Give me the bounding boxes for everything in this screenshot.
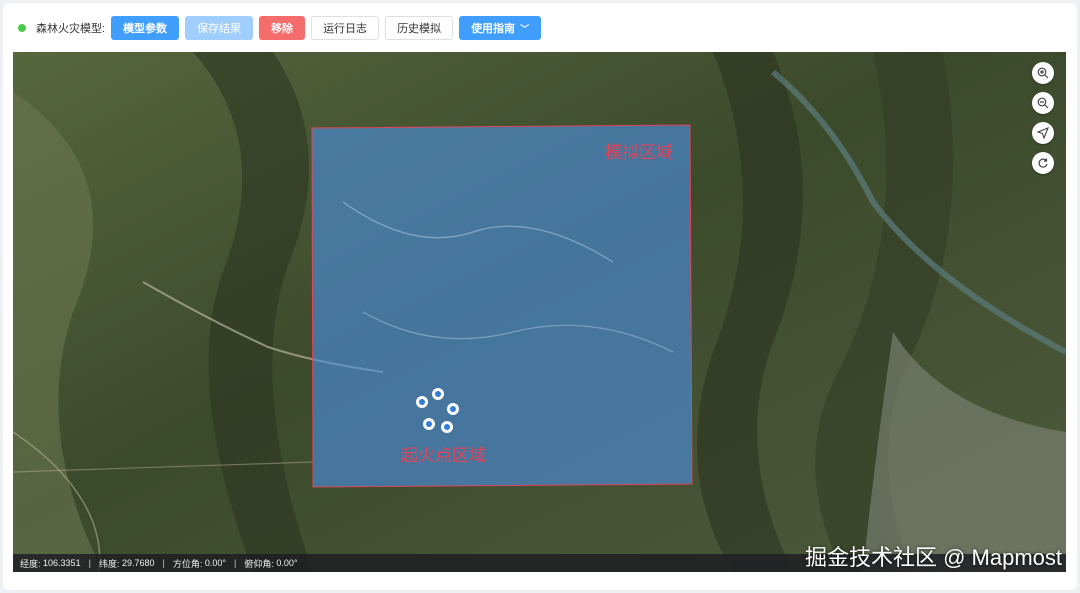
model-label: 森林火灾模型: [36, 23, 106, 35]
longitude-value: 106.3351 [43, 558, 81, 568]
status-indicator [18, 24, 26, 32]
map-view[interactable]: 模拟区域 起火点区域 经度: 106.3351 | 纬度: 29.7680 | … [13, 52, 1066, 572]
azimuth-value: 0.00° [204, 558, 226, 568]
toolbar: 森林火灾模型: 模型参数 保存结果 移除 运行日志 历史模拟 使用指南 ﹀ [3, 15, 1077, 41]
save-result-button[interactable]: 保存结果 [185, 16, 254, 40]
longitude-label: 经度: [20, 558, 41, 569]
pitch-value: 0.00° [276, 558, 298, 568]
reset-icon[interactable] [1032, 152, 1054, 174]
map-controls [1032, 62, 1054, 174]
separator: | [162, 558, 165, 568]
simulation-region[interactable] [311, 124, 693, 488]
latitude-label: 纬度: [98, 558, 120, 569]
simulation-region-label: 模拟区域 [605, 143, 673, 162]
remove-button[interactable]: 移除 [259, 16, 306, 40]
ignition-region-label: 起火点区域 [401, 446, 486, 465]
history-button[interactable]: 历史模拟 [385, 16, 454, 40]
app-frame: 森林火灾模型: 模型参数 保存结果 移除 运行日志 历史模拟 使用指南 ﹀ 模拟… [3, 3, 1077, 590]
azimuth-label: 方位角: [172, 558, 203, 569]
satellite-imagery [13, 52, 1066, 572]
separator: | [234, 558, 237, 568]
chevron-down-icon: ﹀ [520, 23, 530, 34]
model-params-button[interactable]: 模型参数 [111, 16, 180, 40]
guide-dropdown-button[interactable]: 使用指南 ﹀ [459, 16, 542, 40]
pitch-label: 俯仰角: [244, 558, 274, 569]
latitude-value: 29.7680 [121, 558, 155, 568]
watermark: 掘金技术社区 @ Mapmost [804, 545, 1062, 570]
locate-icon[interactable] [1032, 122, 1054, 144]
zoom-in-icon[interactable] [1032, 62, 1054, 84]
run-log-button[interactable]: 运行日志 [311, 16, 380, 40]
guide-button-label: 使用指南 [471, 23, 516, 35]
separator: | [88, 558, 91, 568]
zoom-out-icon[interactable] [1032, 92, 1054, 114]
